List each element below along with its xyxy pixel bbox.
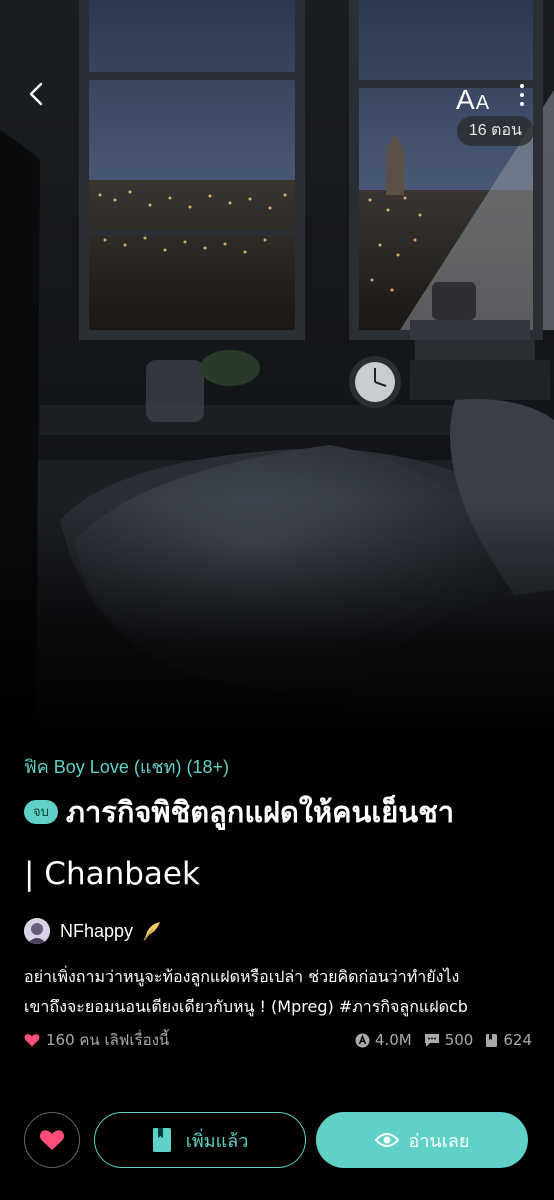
back-icon [29,82,43,106]
status-badge: จบ [24,800,58,824]
views-count: 4.0M [374,1031,412,1049]
bookmark-icon [152,1128,171,1152]
comments-stat: 500 [424,1031,474,1049]
font-size-icon-large: A [456,84,475,115]
author-name: NFhappy [60,920,134,941]
chapters-count: 624 [503,1031,532,1049]
font-size-button[interactable]: A A [456,78,490,115]
story-category[interactable]: ฟิค Boy Love (แชท) (18+) [24,752,229,781]
views-stat: 4.0M [355,1031,412,1049]
likes-stat: 160 คน เลิฟเรื่องนี้ [24,1028,169,1052]
stats-row: 160 คน เลิฟเรื่องนี้ 4.0M 500 624 [24,1028,532,1052]
cover-fade [0,500,554,740]
read-now-label: อ่านเลย [408,1130,470,1152]
episodes-count-pill: 16 ตอน [456,116,534,146]
story-metrics: 4.0M 500 624 [355,1031,532,1049]
synopsis-line: อย่าเพิ่งถามว่าหนูจะท้องลูกแฝดหรือเปล่า … [24,967,460,986]
author-row[interactable]: NFhappy [24,918,163,944]
story-title-row: จบ ภารกิจพิชิตลูกแฝดให้คนเย็นชา [24,792,534,832]
chapters-stat: 624 [485,1031,532,1049]
back-button[interactable] [18,76,54,112]
story-title-subtitle: | Chanbaek [24,856,200,892]
story-title: ภารกิจพิชิตลูกแฝดให้คนเย็นชา [65,795,455,829]
chapters-icon [486,1033,498,1047]
add-to-library-label: เพิ่มแล้ว [185,1130,249,1152]
read-now-button[interactable]: อ่านเลย [316,1112,528,1168]
font-size-icon-small: A [475,92,490,114]
eye-icon [374,1133,399,1147]
quill-icon [143,922,161,941]
likes-text: 160 คน เลิฟเรื่องนี้ [46,1031,170,1049]
more-icon-dot [520,93,524,97]
synopsis-line: เขาถึงจะยอมนอนเตียงเดียวกับหนู ! (Mpreg)… [24,997,468,1016]
more-icon-dot [520,102,524,106]
add-to-library-button[interactable]: เพิ่มแล้ว [94,1112,306,1168]
story-synopsis: อย่าเพิ่งถามว่าหนูจะท้องลูกแฝดหรือเปล่า … [24,962,534,1022]
comments-icon [424,1033,439,1047]
heart-icon [39,1130,65,1150]
more-options-button[interactable] [508,78,536,112]
more-icon-dot [520,84,524,88]
favorite-button[interactable] [24,1112,80,1168]
views-icon [355,1033,370,1047]
comments-count: 500 [444,1031,474,1049]
author-avatar [24,918,50,944]
heart-icon [24,1034,40,1047]
